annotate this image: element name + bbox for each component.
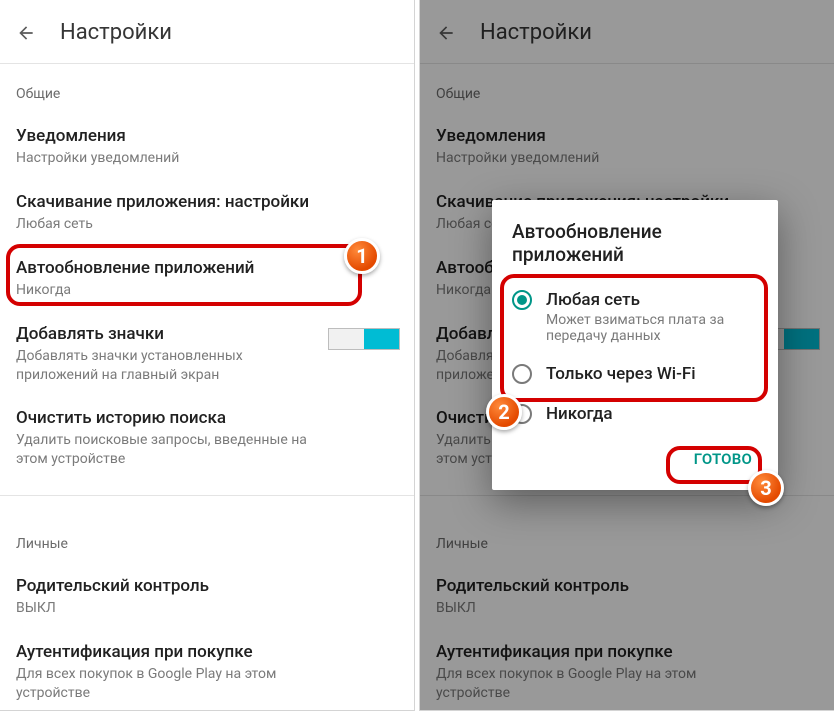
spacer (0, 496, 414, 514)
option-label: Любая сеть (546, 290, 758, 310)
item-sub: Добавлять значки установленных приложени… (16, 347, 326, 385)
back-arrow-icon[interactable] (16, 23, 36, 43)
option-label: Только через Wi-Fi (546, 364, 696, 384)
radio-icon[interactable] (512, 404, 532, 424)
autoupdate-dialog: Автообновление приложений Любая сеть Мож… (492, 200, 778, 490)
option-wifi-only[interactable]: Только через Wi-Fi (492, 354, 778, 394)
item-sub: Настройки уведомлений (16, 149, 326, 168)
option-never[interactable]: Никогда (492, 394, 778, 434)
item-sub: Никогда (16, 281, 326, 300)
dialog-actions: ГОТОВО (492, 434, 778, 480)
pane-settings: Настройки Общие Уведомления Настройки ув… (0, 0, 414, 710)
item-clear-history[interactable]: Очистить историю поиска Удалить поисковы… (0, 398, 414, 483)
item-autoupdate[interactable]: Автообновление приложений Никогда (0, 248, 414, 314)
item-sub: Для всех покупок в Google Play на этом у… (16, 665, 326, 703)
item-sub: Удалить поисковые запросы, введенные на … (16, 431, 326, 469)
dialog-title: Автообновление приложений (492, 220, 778, 280)
option-any-network[interactable]: Любая сеть Может взиматься плата за пере… (492, 280, 778, 354)
item-sub: ВЫКЛ (16, 599, 326, 618)
add-icons-switch[interactable] (328, 328, 400, 350)
item-title: Очистить историю поиска (16, 408, 398, 428)
item-download-prefs[interactable]: Скачивание приложения: настройки Любая с… (0, 182, 414, 248)
section-general: Общие (0, 64, 414, 116)
item-add-icons[interactable]: Добавлять значки Добавлять значки устано… (0, 314, 414, 399)
item-sub: Любая сеть (16, 215, 326, 234)
radio-icon[interactable] (512, 290, 532, 310)
done-button[interactable]: ГОТОВО (684, 444, 762, 474)
item-title: Скачивание приложения: настройки (16, 192, 398, 212)
app-header: Настройки (0, 0, 414, 64)
item-parental[interactable]: Родительский контроль ВЫКЛ (0, 566, 414, 632)
radio-icon[interactable] (512, 364, 532, 384)
item-title: Родительский контроль (16, 576, 398, 596)
page-title: Настройки (60, 20, 172, 45)
item-title: Автообновление приложений (16, 258, 398, 278)
pane-settings-dialog: Настройки Общие Уведомления Настройки ув… (420, 0, 834, 710)
item-notifications[interactable]: Уведомления Настройки уведомлений (0, 116, 414, 182)
option-label: Никогда (546, 404, 613, 424)
settings-list[interactable]: Общие Уведомления Настройки уведомлений … (0, 64, 414, 727)
item-auth[interactable]: Аутентификация при покупке Для всех поку… (0, 632, 414, 717)
item-title: Уведомления (16, 126, 398, 146)
item-title: Аутентификация при покупке (16, 642, 398, 662)
section-personal: Личные (0, 514, 414, 566)
option-sub: Может взиматься плата за передачу данных (546, 312, 758, 344)
